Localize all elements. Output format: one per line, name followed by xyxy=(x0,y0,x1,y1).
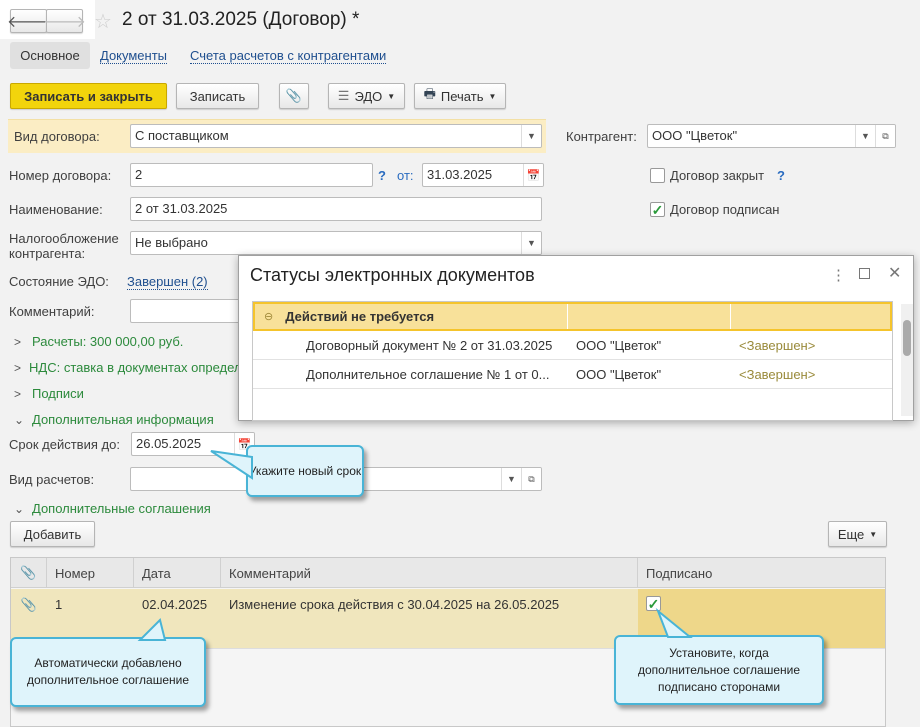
pointer-set-signed xyxy=(655,607,693,638)
pointer-new-term xyxy=(210,450,253,480)
pointer-auto-added xyxy=(137,618,167,641)
callout-pointers xyxy=(137,450,693,641)
